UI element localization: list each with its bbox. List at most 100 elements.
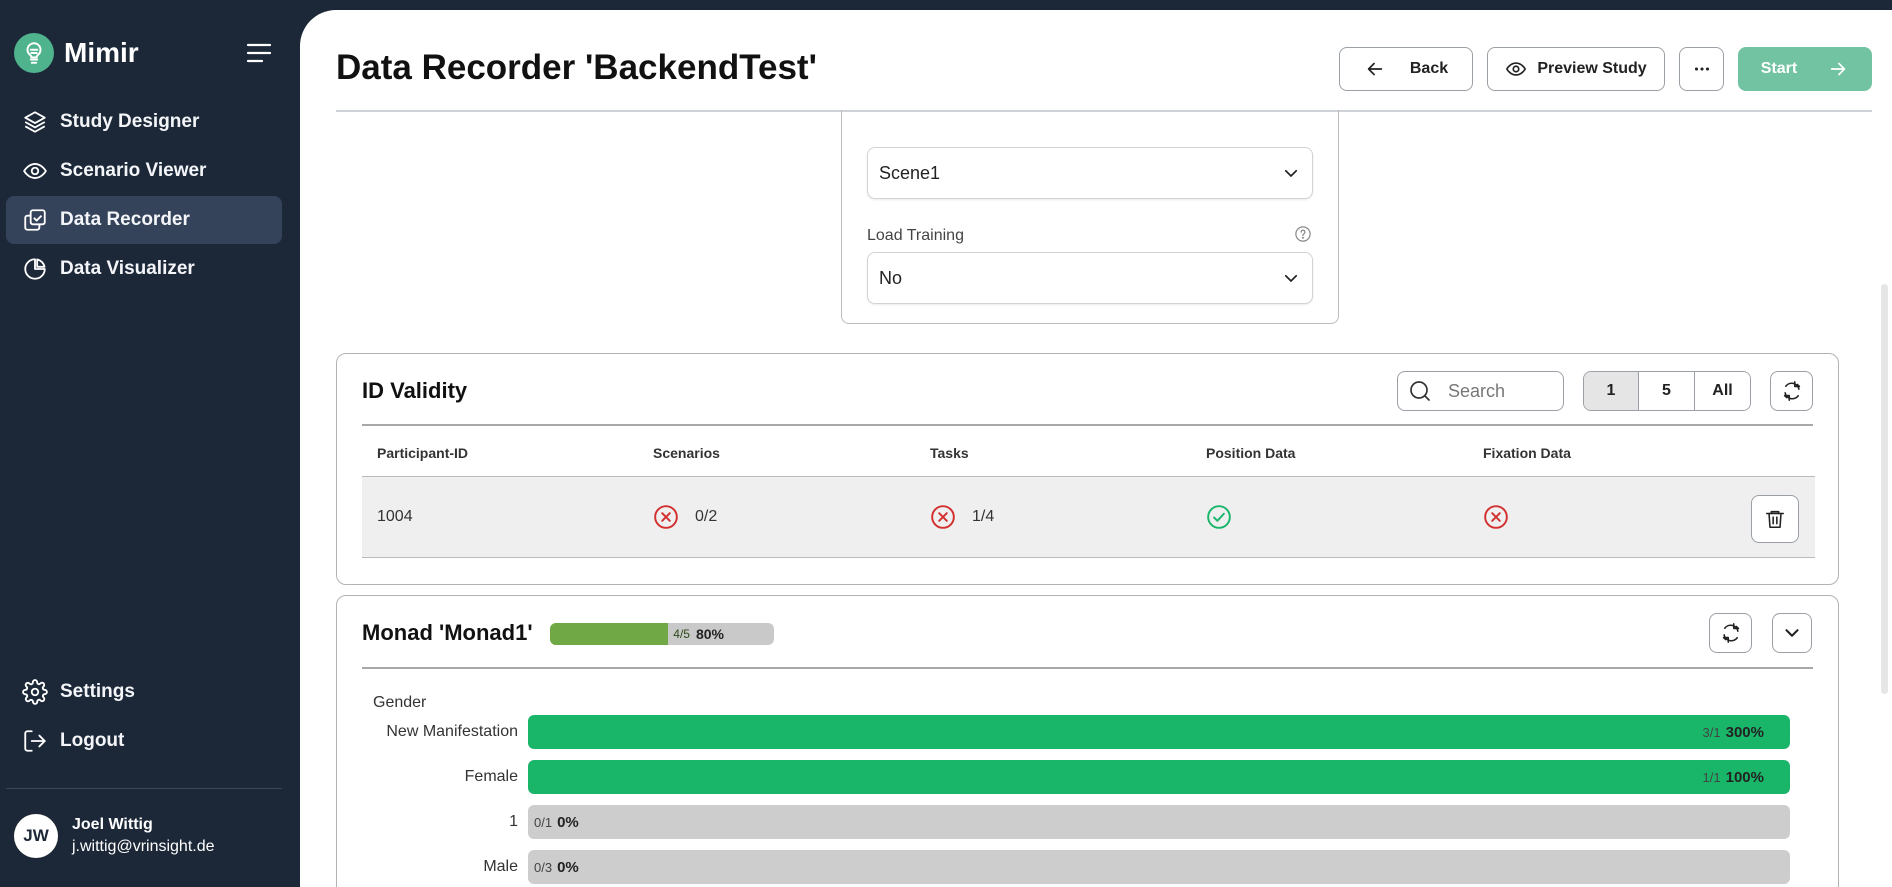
check-circle-icon [1207,505,1231,529]
quota-bar-track: 0/1 0% [528,805,1790,839]
quota-bar-row: New Manifestation 3/1 300% [362,715,1815,749]
search-box[interactable] [1397,371,1564,411]
scene-select[interactable]: Scene1 [867,147,1313,199]
scenarios-cell: 0/2 [653,477,717,557]
delete-row-button[interactable] [1751,495,1799,543]
lightbulb-logo-icon [14,33,54,73]
start-button[interactable]: Start [1738,47,1872,91]
preview-study-button[interactable]: Preview Study [1487,47,1665,91]
sidebar: Mimir Study Designer Scenario Viewer Dat… [0,0,300,887]
monad-refresh-button[interactable] [1709,613,1752,653]
quota-bar-percent: 0% [557,858,579,876]
sidebar-item-logout[interactable]: Logout [6,717,282,765]
main-content: Data Recorder 'BackendTest' Back Preview… [300,10,1892,887]
x-circle-icon [1484,505,1508,529]
page-size-all-button[interactable]: All [1694,372,1750,410]
column-header-participant-id[interactable]: Participant-ID [377,445,468,461]
sidebar-item-label: Logout [60,730,125,751]
participant-id-cell: 1004 [377,508,413,525]
sidebar-item-settings[interactable]: Settings [6,668,282,716]
quota-bar-label: 1 [509,813,518,830]
sidebar-bottom-nav: Settings Logout [6,668,282,766]
quota-bar-row: Male 0/3 0% [362,850,1815,884]
column-header-fixation-data[interactable]: Fixation Data [1483,445,1571,461]
x-circle-icon [931,505,955,529]
search-input[interactable] [1448,380,1558,402]
quota-bar-text: 0/1 0% [534,805,579,839]
quota-bar-fill [528,715,1790,749]
chevron-down-icon [1284,169,1298,177]
quota-bar-percent: 0% [557,813,579,831]
sidebar-item-label: Data Visualizer [60,258,195,279]
quota-bar-label: New Manifestation [386,723,518,740]
user-email: j.wittig@vrinsight.de [72,838,215,855]
load-training-select[interactable]: No [867,252,1313,304]
monad-collapse-button[interactable] [1772,613,1812,653]
eye-icon [23,163,47,179]
id-validity-card: ID Validity 1 5 All Participant-ID Scena… [336,353,1839,585]
quota-bar-label: Female [464,768,518,785]
sidebar-item-label: Scenario Viewer [60,160,207,181]
brand[interactable]: Mimir [14,33,139,73]
page-size-1-button[interactable]: 1 [1584,372,1638,410]
layers-icon [24,111,46,133]
column-header-scenarios[interactable]: Scenarios [653,445,720,461]
monad-progress-fraction: 4/5 [673,627,690,641]
id-validity-title: ID Validity [362,378,468,403]
quota-bar-track: 3/1 300% [528,715,1790,749]
column-header-tasks[interactable]: Tasks [930,445,969,461]
monad-progress: 4/5 80% [550,623,774,645]
position-data-cell [1206,477,1248,557]
tasks-value: 1/4 [972,508,995,525]
quota-bar-fraction: 1/1 [1702,769,1721,785]
scrollbar[interactable] [1881,284,1888,694]
arrow-right-icon [1830,62,1846,76]
user-name: Joel Wittig [72,816,153,833]
gear-icon [22,679,48,705]
sidebar-nav: Study Designer Scenario Viewer Data Reco… [6,98,282,294]
search-icon [1410,381,1430,401]
quota-bar-text: 0/3 0% [534,850,579,884]
logout-icon [24,730,46,752]
back-button-label: Back [1409,60,1449,77]
quota-bar-percent: 300% [1725,723,1764,741]
sidebar-item-label: Data Recorder [60,209,190,230]
page-size-5-button[interactable]: 5 [1638,372,1694,410]
fixation-data-cell [1483,477,1525,557]
quota-bar-row: Female 1/1 100% [362,760,1815,794]
recorder-icon [24,209,46,231]
scenarios-value: 0/2 [695,508,718,525]
sidebar-item-scenario-viewer[interactable]: Scenario Viewer [6,147,282,195]
monad-card: Monad 'Monad1' 4/5 80% Gender New Manife… [336,595,1839,887]
help-icon[interactable] [1294,225,1312,243]
trash-icon [1765,510,1785,529]
monad-progress-fill [550,623,669,645]
start-button-label: Start [1760,60,1798,77]
quota-bar-fraction: 0/1 [534,814,553,830]
sidebar-item-study-designer[interactable]: Study Designer [6,98,282,146]
quota-bar-track: 0/3 0% [528,850,1790,884]
column-header-position-data[interactable]: Position Data [1206,445,1295,461]
avatar: JW [14,814,58,858]
table-row: 1004 0/2 1/4 [362,476,1815,558]
quota-bar-fill [528,760,1790,794]
back-button[interactable]: Back [1339,47,1473,91]
user-profile[interactable]: JW Joel Wittig j.wittig@vrinsight.de [14,814,215,858]
app-name: Mimir [64,37,139,68]
x-circle-icon [654,505,678,529]
load-training-value: No [879,267,903,288]
quota-bar-track: 1/1 100% [528,760,1790,794]
quota-bar-text: 1/1 100% [1703,760,1764,794]
more-options-button[interactable] [1679,47,1724,91]
sidebar-item-data-recorder[interactable]: Data Recorder [6,196,282,244]
tasks-cell: 1/4 [930,477,994,557]
menu-toggle-icon[interactable] [246,42,272,64]
page-size-selector: 1 5 All [1583,371,1751,411]
sidebar-item-data-visualizer[interactable]: Data Visualizer [6,245,282,293]
header-actions: Back Preview Study Start [1325,47,1872,91]
refresh-button[interactable] [1770,371,1813,411]
chevron-down-icon [1284,274,1298,282]
quota-bar-percent: 100% [1725,768,1764,786]
page-title: Data Recorder 'BackendTest' [336,48,817,87]
monad-progress-percent: 80% [695,626,724,642]
